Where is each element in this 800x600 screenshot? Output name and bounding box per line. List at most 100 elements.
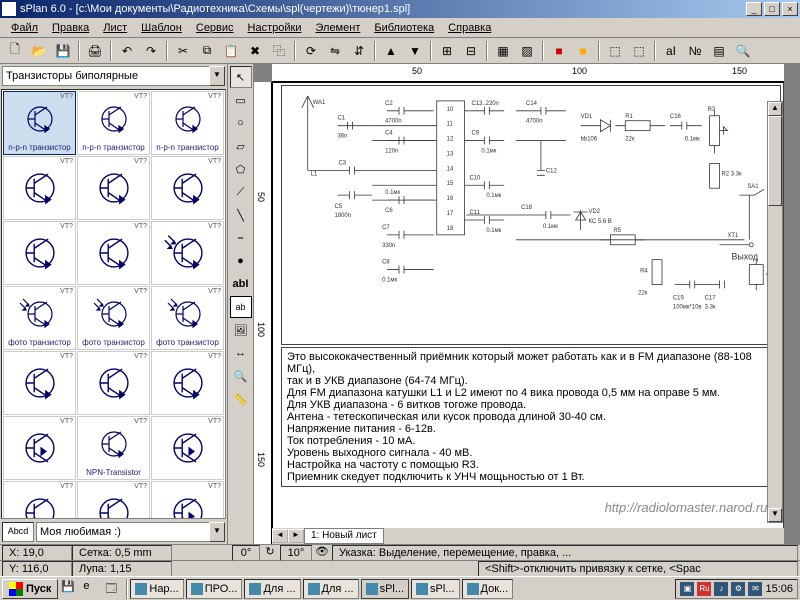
start-button[interactable]: Пуск [2, 579, 58, 599]
menu-library[interactable]: Библиотека [367, 20, 441, 36]
palette-cell[interactable]: VT? NPN-Transistor [77, 416, 150, 480]
tray-lang-icon[interactable]: Ru [697, 582, 711, 596]
drawing-canvas[interactable]: WA1 10 11 12 13 14 15 16 17 [272, 82, 784, 544]
palette-cell[interactable]: VT? [3, 156, 76, 220]
scroll-up-icon[interactable]: ▲ [768, 102, 782, 116]
tab-prev[interactable]: ◄ [272, 529, 288, 543]
tool-textbox[interactable]: ab [230, 296, 252, 318]
tb-bom[interactable]: ▤ [708, 40, 730, 62]
palette-cell[interactable]: VT? n-p-n транзистор [151, 91, 224, 155]
maximize-button[interactable]: □ [764, 2, 780, 16]
taskbar-task[interactable]: sPl... [361, 579, 409, 599]
tb-delete[interactable]: ✖ [244, 40, 266, 62]
dropdown-icon[interactable]: ▼ [209, 522, 225, 542]
tb-snap[interactable]: ▦ [492, 40, 514, 62]
tb-search[interactable]: 🔍 [732, 40, 754, 62]
tool-wire[interactable]: ⎯ [230, 227, 252, 249]
library-combo[interactable]: ▼ [2, 66, 225, 86]
tb-print[interactable]: 🖨 [84, 40, 106, 62]
watermark-link[interactable]: http://radiolomaster.narod.ru/ [605, 500, 771, 515]
quicklaunch-save-icon[interactable]: 💾 [60, 579, 80, 599]
tb-renumber[interactable]: № [684, 40, 706, 62]
taskbar-task[interactable]: ПРО... [186, 579, 243, 599]
palette-cell[interactable]: VT? n-p-n транзистор [77, 91, 150, 155]
palette-cell[interactable]: VT? [3, 221, 76, 285]
menu-service[interactable]: Сервис [189, 20, 241, 36]
palette-cell[interactable]: VT? n-p-n транзистор [3, 91, 76, 155]
tool-image[interactable]: 🖼 [230, 319, 252, 341]
palette-cell[interactable]: VT? [77, 221, 150, 285]
tb-copy[interactable]: ⧉ [196, 40, 218, 62]
tb-front[interactable]: ▲ [380, 40, 402, 62]
tb-new[interactable]: 🗋 [4, 40, 26, 62]
taskbar-task[interactable]: Док... [462, 579, 514, 599]
tb-cut[interactable]: ✂ [172, 40, 194, 62]
tb-showgrid[interactable]: ▨ [516, 40, 538, 62]
tb-back[interactable]: ▼ [404, 40, 426, 62]
tb-color[interactable]: ■ [548, 40, 570, 62]
palette-cell[interactable]: VT? [151, 481, 224, 519]
menu-settings[interactable]: Настройки [241, 20, 309, 36]
tool-line[interactable]: ╲ [230, 204, 252, 226]
palette-cell[interactable]: VT? [151, 221, 224, 285]
tb-open[interactable]: 📂 [28, 40, 50, 62]
tb-undo[interactable]: ↶ [116, 40, 138, 62]
tool-rect[interactable]: ▭ [230, 89, 252, 111]
library-combo-input[interactable] [2, 66, 209, 86]
sheet-tab[interactable]: 1: Новый лист [304, 528, 384, 544]
tab-next[interactable]: ► [288, 529, 304, 543]
menu-template[interactable]: Шаблон [134, 20, 189, 36]
palette-cell[interactable]: VT? [77, 351, 150, 415]
tb-ungroup[interactable]: ⊟ [460, 40, 482, 62]
taskbar-task[interactable]: Для ... [244, 579, 300, 599]
tool-poly[interactable]: ⬠ [230, 158, 252, 180]
tool-dimension[interactable]: ↔ [230, 342, 252, 364]
tb-redo[interactable]: ↷ [140, 40, 162, 62]
tb-flipv[interactable]: ⇵ [348, 40, 370, 62]
taskbar-task[interactable]: Нар... [130, 579, 183, 599]
tool-circle[interactable]: ○ [230, 112, 252, 134]
palette-cell[interactable]: VT? фото транзистор [151, 286, 224, 350]
favorite-combo[interactable]: ▼ [36, 522, 225, 542]
palette-cell[interactable]: VT? [3, 416, 76, 480]
tb-link2[interactable]: ⬚ [628, 40, 650, 62]
component-palette[interactable]: VT? n-p-n транзисторVT? n-p-n транзистор… [1, 89, 226, 519]
palette-cell[interactable]: VT? [77, 156, 150, 220]
dropdown-icon[interactable]: ▼ [209, 66, 225, 86]
tb-save[interactable]: 💾 [52, 40, 74, 62]
scroll-down-icon[interactable]: ▼ [768, 508, 782, 522]
favorite-combo-input[interactable] [36, 522, 209, 542]
taskbar-task[interactable]: sPl... [411, 579, 459, 599]
tb-font[interactable]: aI [660, 40, 682, 62]
palette-cell[interactable]: VT? [151, 351, 224, 415]
tool-pointer[interactable]: ↖ [230, 66, 252, 88]
tb-rotate[interactable]: ⟳ [300, 40, 322, 62]
palette-cell[interactable]: VT? [3, 351, 76, 415]
palette-cell[interactable]: VT? [151, 156, 224, 220]
palette-cell[interactable]: VT? [77, 481, 150, 519]
tray-icon[interactable]: ⚙ [731, 582, 745, 596]
taskbar-task[interactable]: Для ... [303, 579, 359, 599]
quicklaunch-ie-icon[interactable]: e [82, 579, 102, 599]
tb-fliph[interactable]: ⇋ [324, 40, 346, 62]
palette-cell[interactable]: VT? [151, 416, 224, 480]
tool-measure[interactable]: 📏 [230, 388, 252, 410]
menu-element[interactable]: Элемент [308, 20, 367, 36]
tool-label[interactable]: abI [230, 273, 252, 295]
tb-fill[interactable]: ■ [572, 40, 594, 62]
tb-dup[interactable]: ⿻ [268, 40, 290, 62]
tool-bezier[interactable]: ⟋ [230, 181, 252, 203]
menu-edit[interactable]: Правка [45, 20, 96, 36]
tool-node[interactable]: ● [230, 250, 252, 272]
tb-paste[interactable]: 📋 [220, 40, 242, 62]
palette-cell[interactable]: VT? фото транзистор [3, 286, 76, 350]
menu-file[interactable]: Файл [4, 20, 45, 36]
quicklaunch-desktop-icon[interactable]: 🗔 [104, 579, 124, 599]
minimize-button[interactable]: _ [746, 2, 762, 16]
tool-poly-fill[interactable]: ▱ [230, 135, 252, 157]
menu-help[interactable]: Справка [441, 20, 498, 36]
palette-cell[interactable]: VT? фото транзистор [77, 286, 150, 350]
menu-sheet[interactable]: Лист [96, 20, 134, 36]
vertical-scrollbar[interactable]: ▲ ▼ [767, 101, 783, 523]
tb-group[interactable]: ⊞ [436, 40, 458, 62]
